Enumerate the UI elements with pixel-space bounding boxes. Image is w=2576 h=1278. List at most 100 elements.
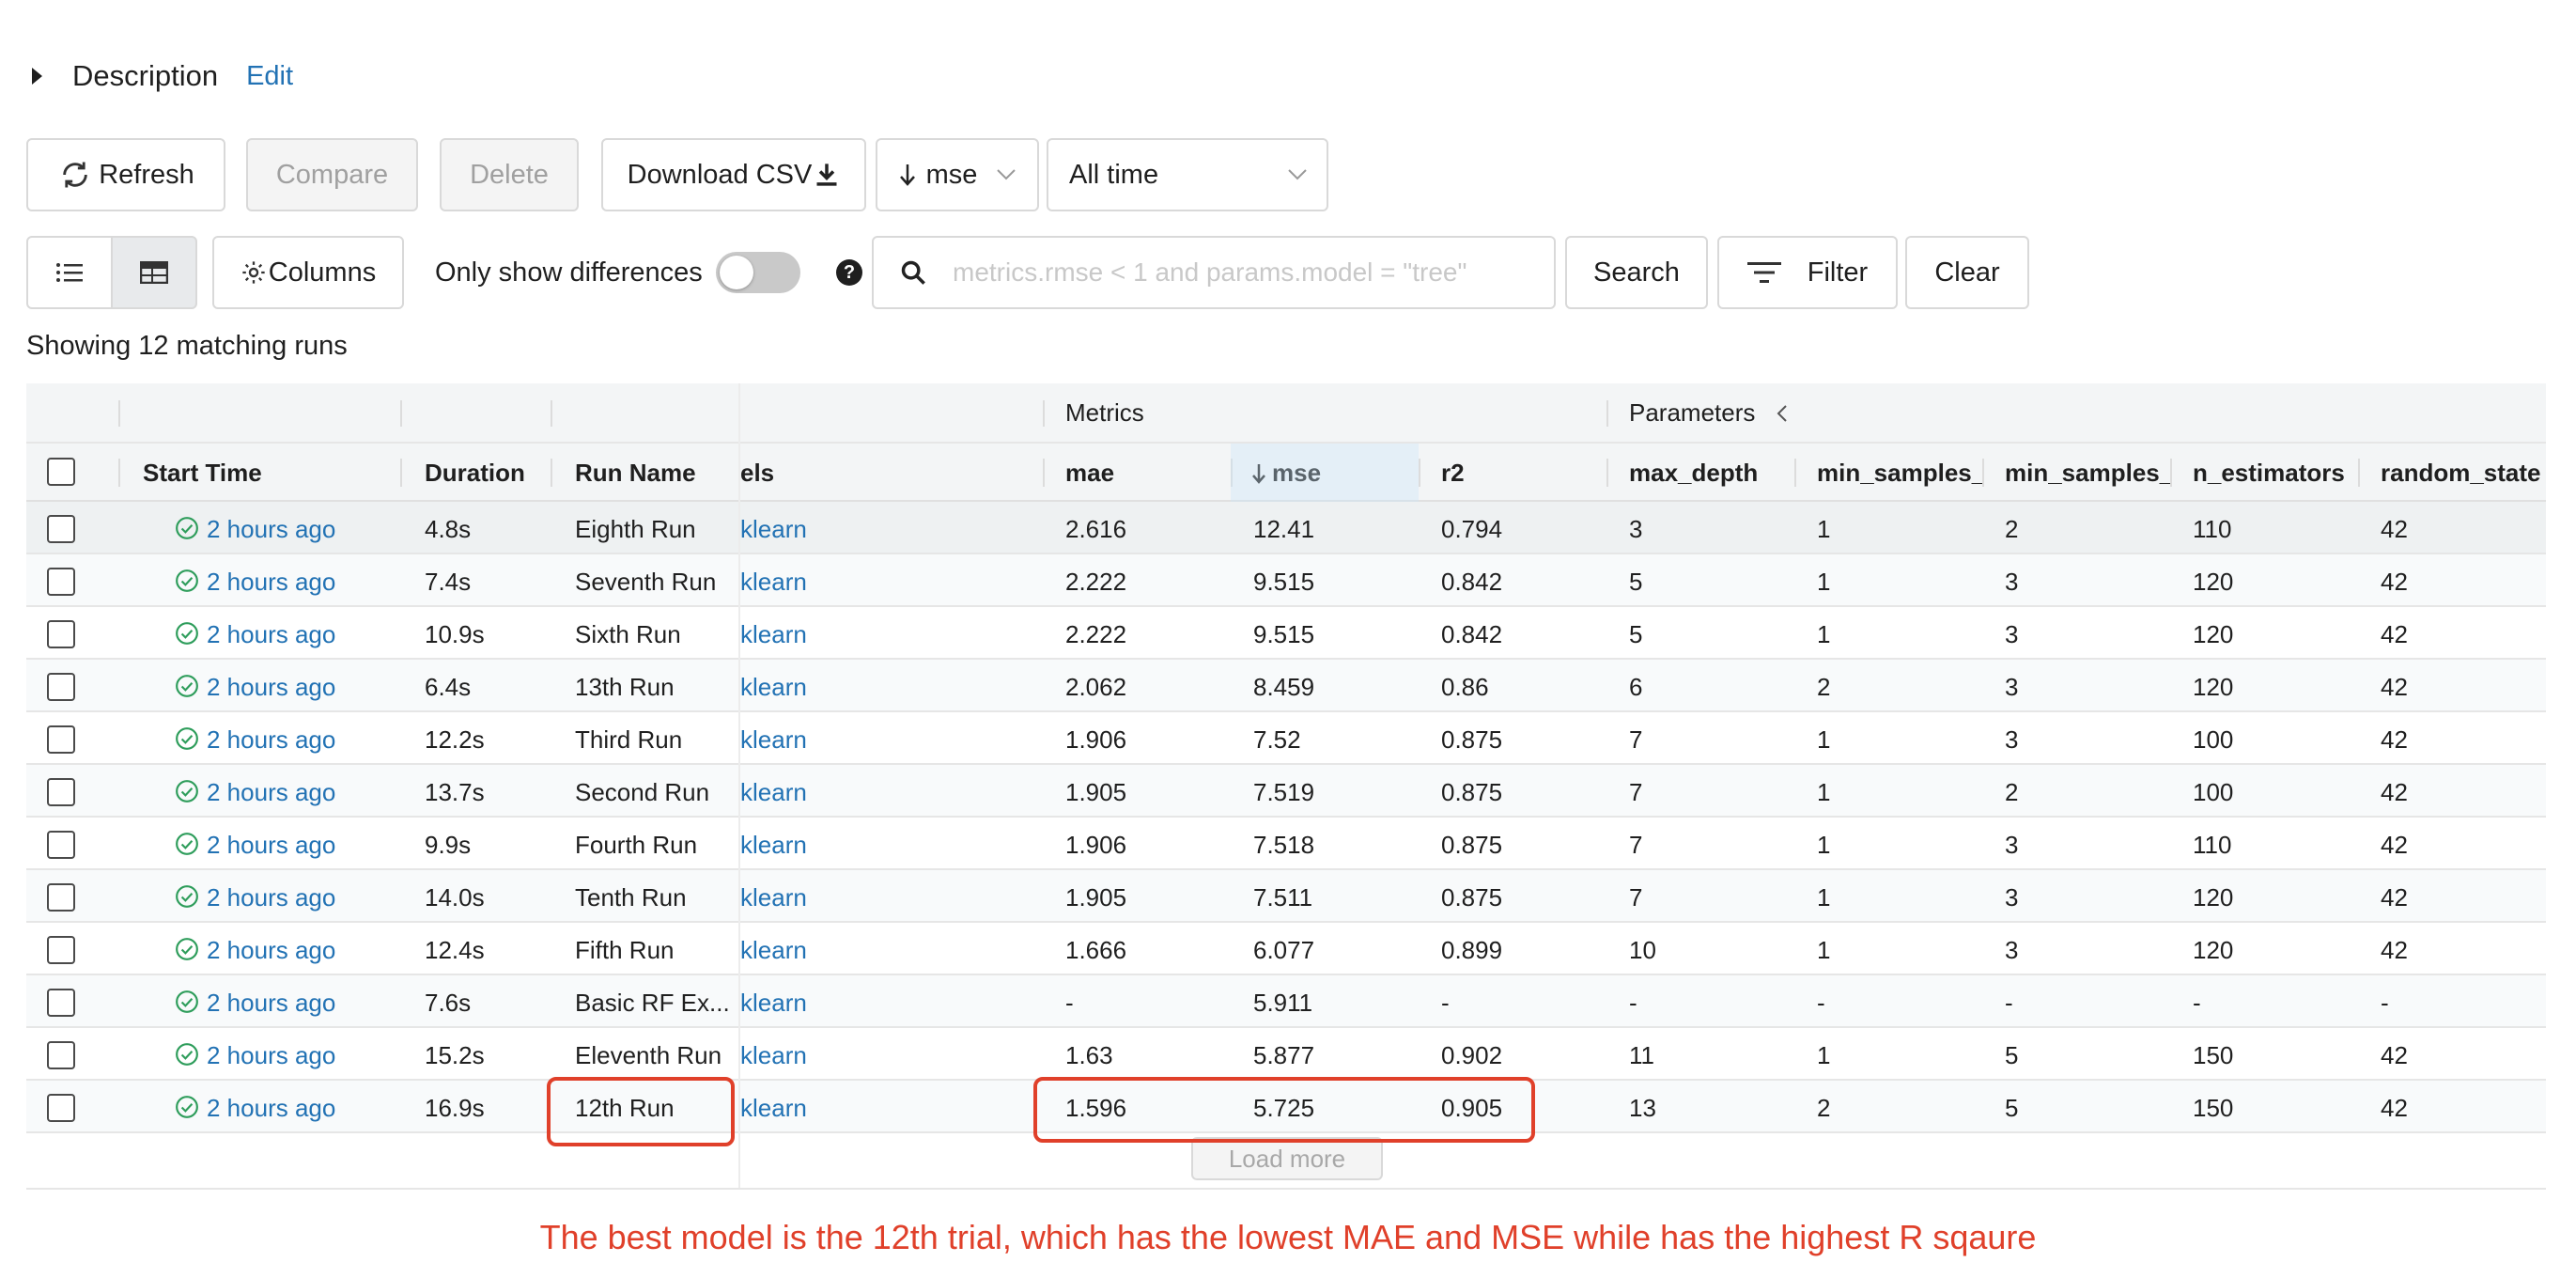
cell-model[interactable]: klearn (740, 883, 1022, 912)
cell-model[interactable]: klearn (740, 620, 1022, 649)
table-row[interactable]: 2 hours ago 9.9s Fourth Run klearn 1.906 7.51… (26, 818, 2546, 870)
search-input[interactable] (953, 257, 1535, 288)
cell-model[interactable]: klearn (740, 1041, 1022, 1070)
row-checkbox[interactable] (47, 568, 75, 596)
load-more-button[interactable]: Load more (1191, 1137, 1383, 1180)
delete-button[interactable]: Delete (440, 138, 579, 211)
cell-start-time[interactable]: 2 hours ago (207, 883, 335, 912)
col-min-samples-leaf[interactable]: min_samples_le (1817, 459, 1982, 488)
cell-model[interactable]: klearn (740, 831, 1022, 860)
col-models[interactable]: els (740, 459, 774, 488)
cell-duration: 13.7s (425, 778, 485, 806)
time-range-select[interactable]: All time (1047, 138, 1328, 211)
cell-random-state: 42 (2381, 778, 2408, 806)
table-row[interactable]: 2 hours ago 7.6s Basic RF Ex... klearn - 5.91… (26, 975, 2546, 1028)
clear-button[interactable]: Clear (1905, 236, 2029, 309)
cell-start-time[interactable]: 2 hours ago (207, 725, 335, 755)
table-row[interactable]: 2 hours ago 6.4s 13th Run klearn 2.062 8.459 0… (26, 660, 2546, 712)
col-max-depth[interactable]: max_depth (1629, 459, 1758, 488)
cell-model[interactable]: klearn (740, 568, 1022, 597)
cell-start-time[interactable]: 2 hours ago (207, 515, 335, 544)
col-duration[interactable]: Duration (425, 459, 525, 488)
description-edit-link[interactable]: Edit (246, 61, 293, 92)
cell-start-time[interactable]: 2 hours ago (207, 673, 335, 702)
table-row[interactable]: 2 hours ago 15.2s Eleventh Run klearn 1.63 5.… (26, 1028, 2546, 1081)
cell-run-name: Tenth Run (575, 883, 687, 912)
col-run-name[interactable]: Run Name (575, 459, 696, 488)
arrow-down-icon (899, 164, 915, 186)
cell-duration: 12.2s (425, 725, 485, 754)
cell-model[interactable]: klearn (740, 725, 1022, 755)
cell-model[interactable]: klearn (740, 778, 1022, 807)
table-view-button[interactable] (111, 236, 197, 309)
col-start-time[interactable]: Start Time (143, 459, 262, 488)
refresh-button[interactable]: Refresh (26, 138, 225, 211)
row-checkbox[interactable] (47, 883, 75, 912)
cell-mse: 7.519 (1253, 778, 1315, 806)
cell-min-samples-leaf: 1 (1817, 831, 1831, 859)
row-checkbox[interactable] (47, 725, 75, 754)
cell-r2: 0.842 (1441, 568, 1503, 596)
cell-start-time[interactable]: 2 hours ago (207, 568, 335, 597)
parameters-group-label[interactable]: Parameters (1629, 398, 1755, 428)
cell-n-estimators: 120 (2193, 883, 2234, 912)
table-row[interactable]: 2 hours ago 12.2s Third Run klearn 1.906 7.52… (26, 712, 2546, 765)
select-all-checkbox[interactable] (47, 458, 75, 486)
col-n-estimators[interactable]: n_estimators (2193, 459, 2345, 488)
table-row[interactable]: 2 hours ago 7.4s Seventh Run klearn 2.222 9.5… (26, 554, 2546, 607)
search-button[interactable]: Search (1565, 236, 1708, 309)
table-row[interactable]: 2 hours ago 4.8s Eighth Run klearn 2.616 12.4… (26, 502, 2546, 554)
cell-model[interactable]: klearn (740, 1094, 1022, 1123)
caret-right-icon[interactable] (32, 68, 42, 85)
list-view-button[interactable] (26, 236, 113, 309)
col-r2[interactable]: r2 (1441, 459, 1465, 488)
cell-start-time[interactable]: 2 hours ago (207, 989, 335, 1018)
cell-min-samples-split: 3 (2005, 568, 2019, 596)
columns-button[interactable]: Columns (212, 236, 404, 309)
cell-min-samples-leaf: 2 (1817, 1094, 1831, 1122)
only-differences-toggle[interactable] (716, 252, 800, 293)
table-row[interactable]: 2 hours ago 13.7s Second Run klearn 1.905 7.5… (26, 765, 2546, 818)
compare-button[interactable]: Compare (246, 138, 418, 211)
col-mae[interactable]: mae (1065, 459, 1114, 488)
col-random-state[interactable]: random_state (2381, 459, 2541, 488)
row-checkbox[interactable] (47, 936, 75, 964)
search-box[interactable] (872, 236, 1556, 309)
cell-start-time[interactable]: 2 hours ago (207, 936, 335, 965)
row-checkbox[interactable] (47, 989, 75, 1017)
cell-model[interactable]: klearn (740, 673, 1022, 702)
row-checkbox[interactable] (47, 620, 75, 648)
description-title[interactable]: Description (72, 59, 218, 93)
cell-start-time[interactable]: 2 hours ago (207, 831, 335, 860)
row-checkbox[interactable] (47, 673, 75, 701)
cell-r2: 0.875 (1441, 725, 1503, 754)
row-checkbox[interactable] (47, 831, 75, 859)
cell-start-time[interactable]: 2 hours ago (207, 1041, 335, 1070)
row-checkbox[interactable] (47, 1094, 75, 1122)
row-checkbox[interactable] (47, 1041, 75, 1069)
sort-label: mse (925, 159, 978, 190)
row-checkbox[interactable] (47, 778, 75, 806)
row-checkbox[interactable] (47, 515, 75, 543)
cell-max-depth: 10 (1629, 936, 1656, 964)
filter-button[interactable]: Filter (1717, 236, 1898, 309)
sort-select[interactable]: mse (876, 138, 1039, 211)
cell-model[interactable]: klearn (740, 989, 1022, 1018)
table-row[interactable]: 2 hours ago 14.0s Tenth Run klearn 1.905 7.51… (26, 870, 2546, 923)
cell-start-time[interactable]: 2 hours ago (207, 778, 335, 807)
cell-duration: 12.4s (425, 936, 485, 964)
col-min-samples-split[interactable]: min_samples_s (2005, 459, 2170, 488)
table-row[interactable]: 2 hours ago 10.9s Sixth Run klearn 2.222 9.51… (26, 607, 2546, 660)
table-row[interactable]: 2 hours ago 12.4s Fifth Run klearn 1.666 6.07… (26, 923, 2546, 975)
cell-min-samples-leaf: 1 (1817, 1041, 1831, 1069)
cell-duration: 14.0s (425, 883, 485, 912)
help-icon[interactable]: ? (836, 259, 862, 286)
cell-start-time[interactable]: 2 hours ago (207, 620, 335, 649)
download-csv-button[interactable]: Download CSV (601, 138, 866, 211)
cell-model[interactable]: klearn (740, 936, 1022, 965)
chevron-left-icon[interactable] (1776, 404, 1789, 423)
cell-n-estimators: 150 (2193, 1094, 2234, 1122)
cell-min-samples-leaf: 1 (1817, 725, 1831, 754)
cell-start-time[interactable]: 2 hours ago (207, 1094, 335, 1123)
cell-model[interactable]: klearn (740, 515, 1022, 544)
